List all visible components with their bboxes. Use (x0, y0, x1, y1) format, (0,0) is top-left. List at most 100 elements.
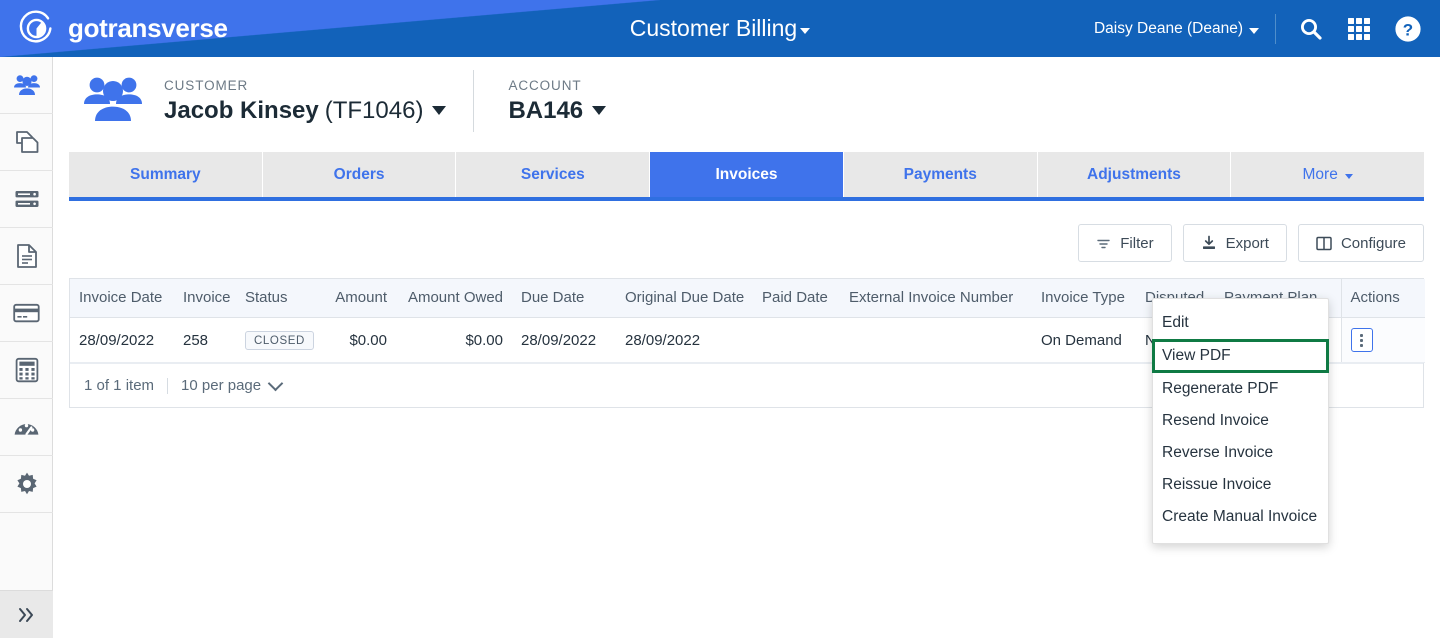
account-selector[interactable]: BA146 (508, 96, 607, 125)
tab-adjustments[interactable]: Adjustments (1037, 152, 1232, 197)
sidebar-item-settings[interactable] (0, 456, 53, 513)
apps-grid-icon (1348, 17, 1370, 40)
download-export-icon (1202, 235, 1215, 249)
help-circle-icon: ? (1395, 15, 1421, 42)
sidebar-item-products[interactable] (0, 114, 53, 171)
export-label: Export (1225, 234, 1269, 252)
tab-orders[interactable]: Orders (262, 152, 457, 197)
calculator-icon (15, 357, 38, 383)
tab-label: More (1302, 165, 1338, 183)
dashboard-gauge-icon (14, 423, 39, 436)
app-title-text: Customer Billing (629, 15, 798, 41)
tab-label: Summary (130, 165, 201, 183)
search-icon (1301, 18, 1322, 40)
tab-services[interactable]: Services (456, 152, 651, 197)
customer-selector[interactable]: Jacob Kinsey (TF1046) (164, 96, 447, 125)
col-actions: Actions (1340, 279, 1425, 318)
sidebar-item-calculator[interactable] (0, 342, 53, 399)
servers-stack-icon (15, 191, 38, 207)
filter-label: Filter (1120, 234, 1154, 252)
tab-label: Services (520, 165, 585, 183)
cell-paid-date (753, 317, 840, 363)
menu-item-regenerate-pdf[interactable]: Regenerate PDF (1153, 373, 1328, 405)
col-invoice-date[interactable]: Invoice Date (70, 279, 174, 318)
sidebar-spacer (0, 513, 52, 593)
tab-payments[interactable]: Payments (843, 152, 1038, 197)
gotransverse-circle-logo-icon (19, 10, 52, 43)
pagination-divider (167, 377, 169, 394)
tab-label: Invoices (715, 165, 778, 183)
chevron-down-icon (267, 375, 284, 391)
account-value: BA146 (508, 96, 584, 124)
cell-invoice-date: 28/09/2022 (70, 317, 174, 363)
row-actions-menu: Edit View PDF Regenerate PDF Resend Invo… (1152, 298, 1329, 544)
account-block: ACCOUNT BA146 (508, 77, 607, 125)
col-invoice[interactable]: Invoice (174, 279, 236, 318)
col-amount[interactable]: Amount (318, 279, 396, 318)
col-status[interactable]: Status (236, 279, 318, 318)
gear-icon (16, 472, 37, 495)
cell-actions (1340, 317, 1425, 363)
tab-more[interactable]: More (1231, 152, 1425, 197)
cell-external-invoice-number (840, 317, 1032, 363)
header-right-controls: Daisy Deane (Deane) ? (1094, 0, 1422, 57)
left-sidebar (0, 57, 53, 638)
sidebar-item-customers[interactable] (0, 57, 53, 114)
double-chevron-right-icon (18, 607, 33, 622)
caret-down-icon (800, 27, 811, 34)
customer-block: CUSTOMER Jacob Kinsey (TF1046) (164, 77, 447, 125)
cell-due-date: 28/09/2022 (512, 317, 616, 363)
menu-item-resend-invoice[interactable]: Resend Invoice (1153, 405, 1328, 437)
row-actions-button[interactable] (1350, 328, 1373, 352)
sidebar-item-dashboard[interactable] (0, 399, 53, 456)
search-button[interactable] (1298, 16, 1324, 42)
kebab-vertical-dots-icon (1360, 333, 1363, 337)
help-button[interactable]: ? (1394, 15, 1422, 43)
sidebar-item-billing[interactable] (0, 285, 53, 342)
col-amount-owed[interactable]: Amount Owed (396, 279, 512, 318)
brand-logo[interactable]: gotransverse (18, 0, 228, 57)
cell-invoice: 258 (174, 317, 236, 363)
customer-label: CUSTOMER (164, 77, 249, 93)
tab-label: Orders (333, 165, 385, 183)
menu-item-reissue-invoice[interactable]: Reissue Invoice (1153, 469, 1328, 501)
tab-invoices[interactable]: Invoices (650, 152, 844, 197)
sidebar-collapse-button[interactable] (0, 590, 53, 638)
tab-label: Payments (903, 165, 977, 183)
customer-name: Jacob Kinsey (164, 96, 319, 124)
menu-item-reverse-invoice[interactable]: Reverse Invoice (1153, 437, 1328, 469)
configure-button[interactable]: Configure (1297, 224, 1424, 262)
per-page-selector[interactable]: 10 per page (181, 375, 284, 394)
user-menu[interactable]: Daisy Deane (Deane) (1093, 13, 1276, 44)
context-bar: CUSTOMER Jacob Kinsey (TF1046) ACCOUNT B… (53, 57, 1440, 145)
app-title-dropdown[interactable]: Customer Billing (629, 15, 811, 42)
sidebar-item-documents[interactable] (0, 228, 53, 285)
caret-down-icon (1249, 27, 1259, 34)
tab-summary[interactable]: Summary (69, 152, 263, 197)
col-invoice-type[interactable]: Invoice Type (1032, 279, 1136, 318)
sidebar-item-servers[interactable] (0, 171, 53, 228)
col-external-invoice-number[interactable]: External Invoice Number (840, 279, 1032, 318)
cell-amount-owed: $0.00 (396, 317, 512, 363)
cell-original-due-date: 28/09/2022 (616, 317, 753, 363)
menu-item-view-pdf[interactable]: View PDF (1152, 339, 1329, 373)
per-page-label: 10 per page (181, 377, 262, 394)
credit-card-icon (13, 303, 40, 323)
cell-amount: $0.00 (318, 317, 396, 363)
user-name: Daisy Deane (Deane) (1093, 19, 1243, 37)
cell-status: CLOSED (236, 317, 318, 363)
status-badge: CLOSED (245, 330, 314, 350)
products-copy-icon (15, 131, 38, 153)
filter-lines-icon (1097, 239, 1110, 248)
menu-item-edit[interactable]: Edit (1153, 307, 1328, 339)
tab-label: Adjustments (1087, 165, 1181, 183)
configure-label: Configure (1340, 234, 1406, 252)
account-label: ACCOUNT (508, 77, 582, 93)
col-paid-date[interactable]: Paid Date (753, 279, 840, 318)
export-button[interactable]: Export (1182, 224, 1287, 262)
col-due-date[interactable]: Due Date (512, 279, 616, 318)
apps-button[interactable] (1346, 16, 1372, 42)
col-original-due-date[interactable]: Original Due Date (616, 279, 753, 318)
menu-item-create-manual-invoice[interactable]: Create Manual Invoice (1153, 501, 1328, 533)
filter-button[interactable]: Filter (1078, 224, 1172, 262)
